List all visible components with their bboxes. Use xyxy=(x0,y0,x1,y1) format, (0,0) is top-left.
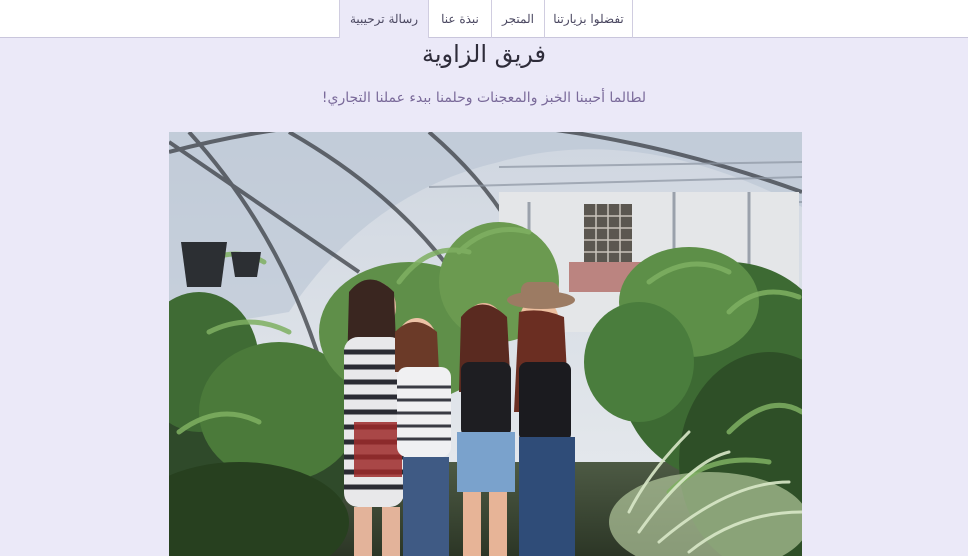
page-subtitle: لطالما أحببنا الخبز والمعجنات وحلمنا ببد… xyxy=(321,90,647,106)
tab-shop[interactable]: المتجر xyxy=(491,0,544,38)
nav-tabs: رسالة ترحيبية نبذة عنا المتجر تفضلوا بزي… xyxy=(339,0,633,38)
page-title: فريق الزاوية xyxy=(421,40,547,68)
tab-welcome-message[interactable]: رسالة ترحيبية xyxy=(339,0,428,38)
tab-visit-us[interactable]: تفضلوا بزيارتنا xyxy=(544,0,633,38)
tab-label: تفضلوا بزيارتنا xyxy=(553,12,624,26)
greenhouse-team-image xyxy=(169,132,802,556)
tab-label: رسالة ترحيبية xyxy=(349,12,419,26)
team-photo xyxy=(169,132,802,556)
tab-label: نبذة عنا xyxy=(441,12,479,26)
tab-about-us[interactable]: نبذة عنا xyxy=(428,0,491,38)
top-navbar: رسالة ترحيبية نبذة عنا المتجر تفضلوا بزي… xyxy=(0,0,968,38)
tab-label: المتجر xyxy=(502,12,534,26)
